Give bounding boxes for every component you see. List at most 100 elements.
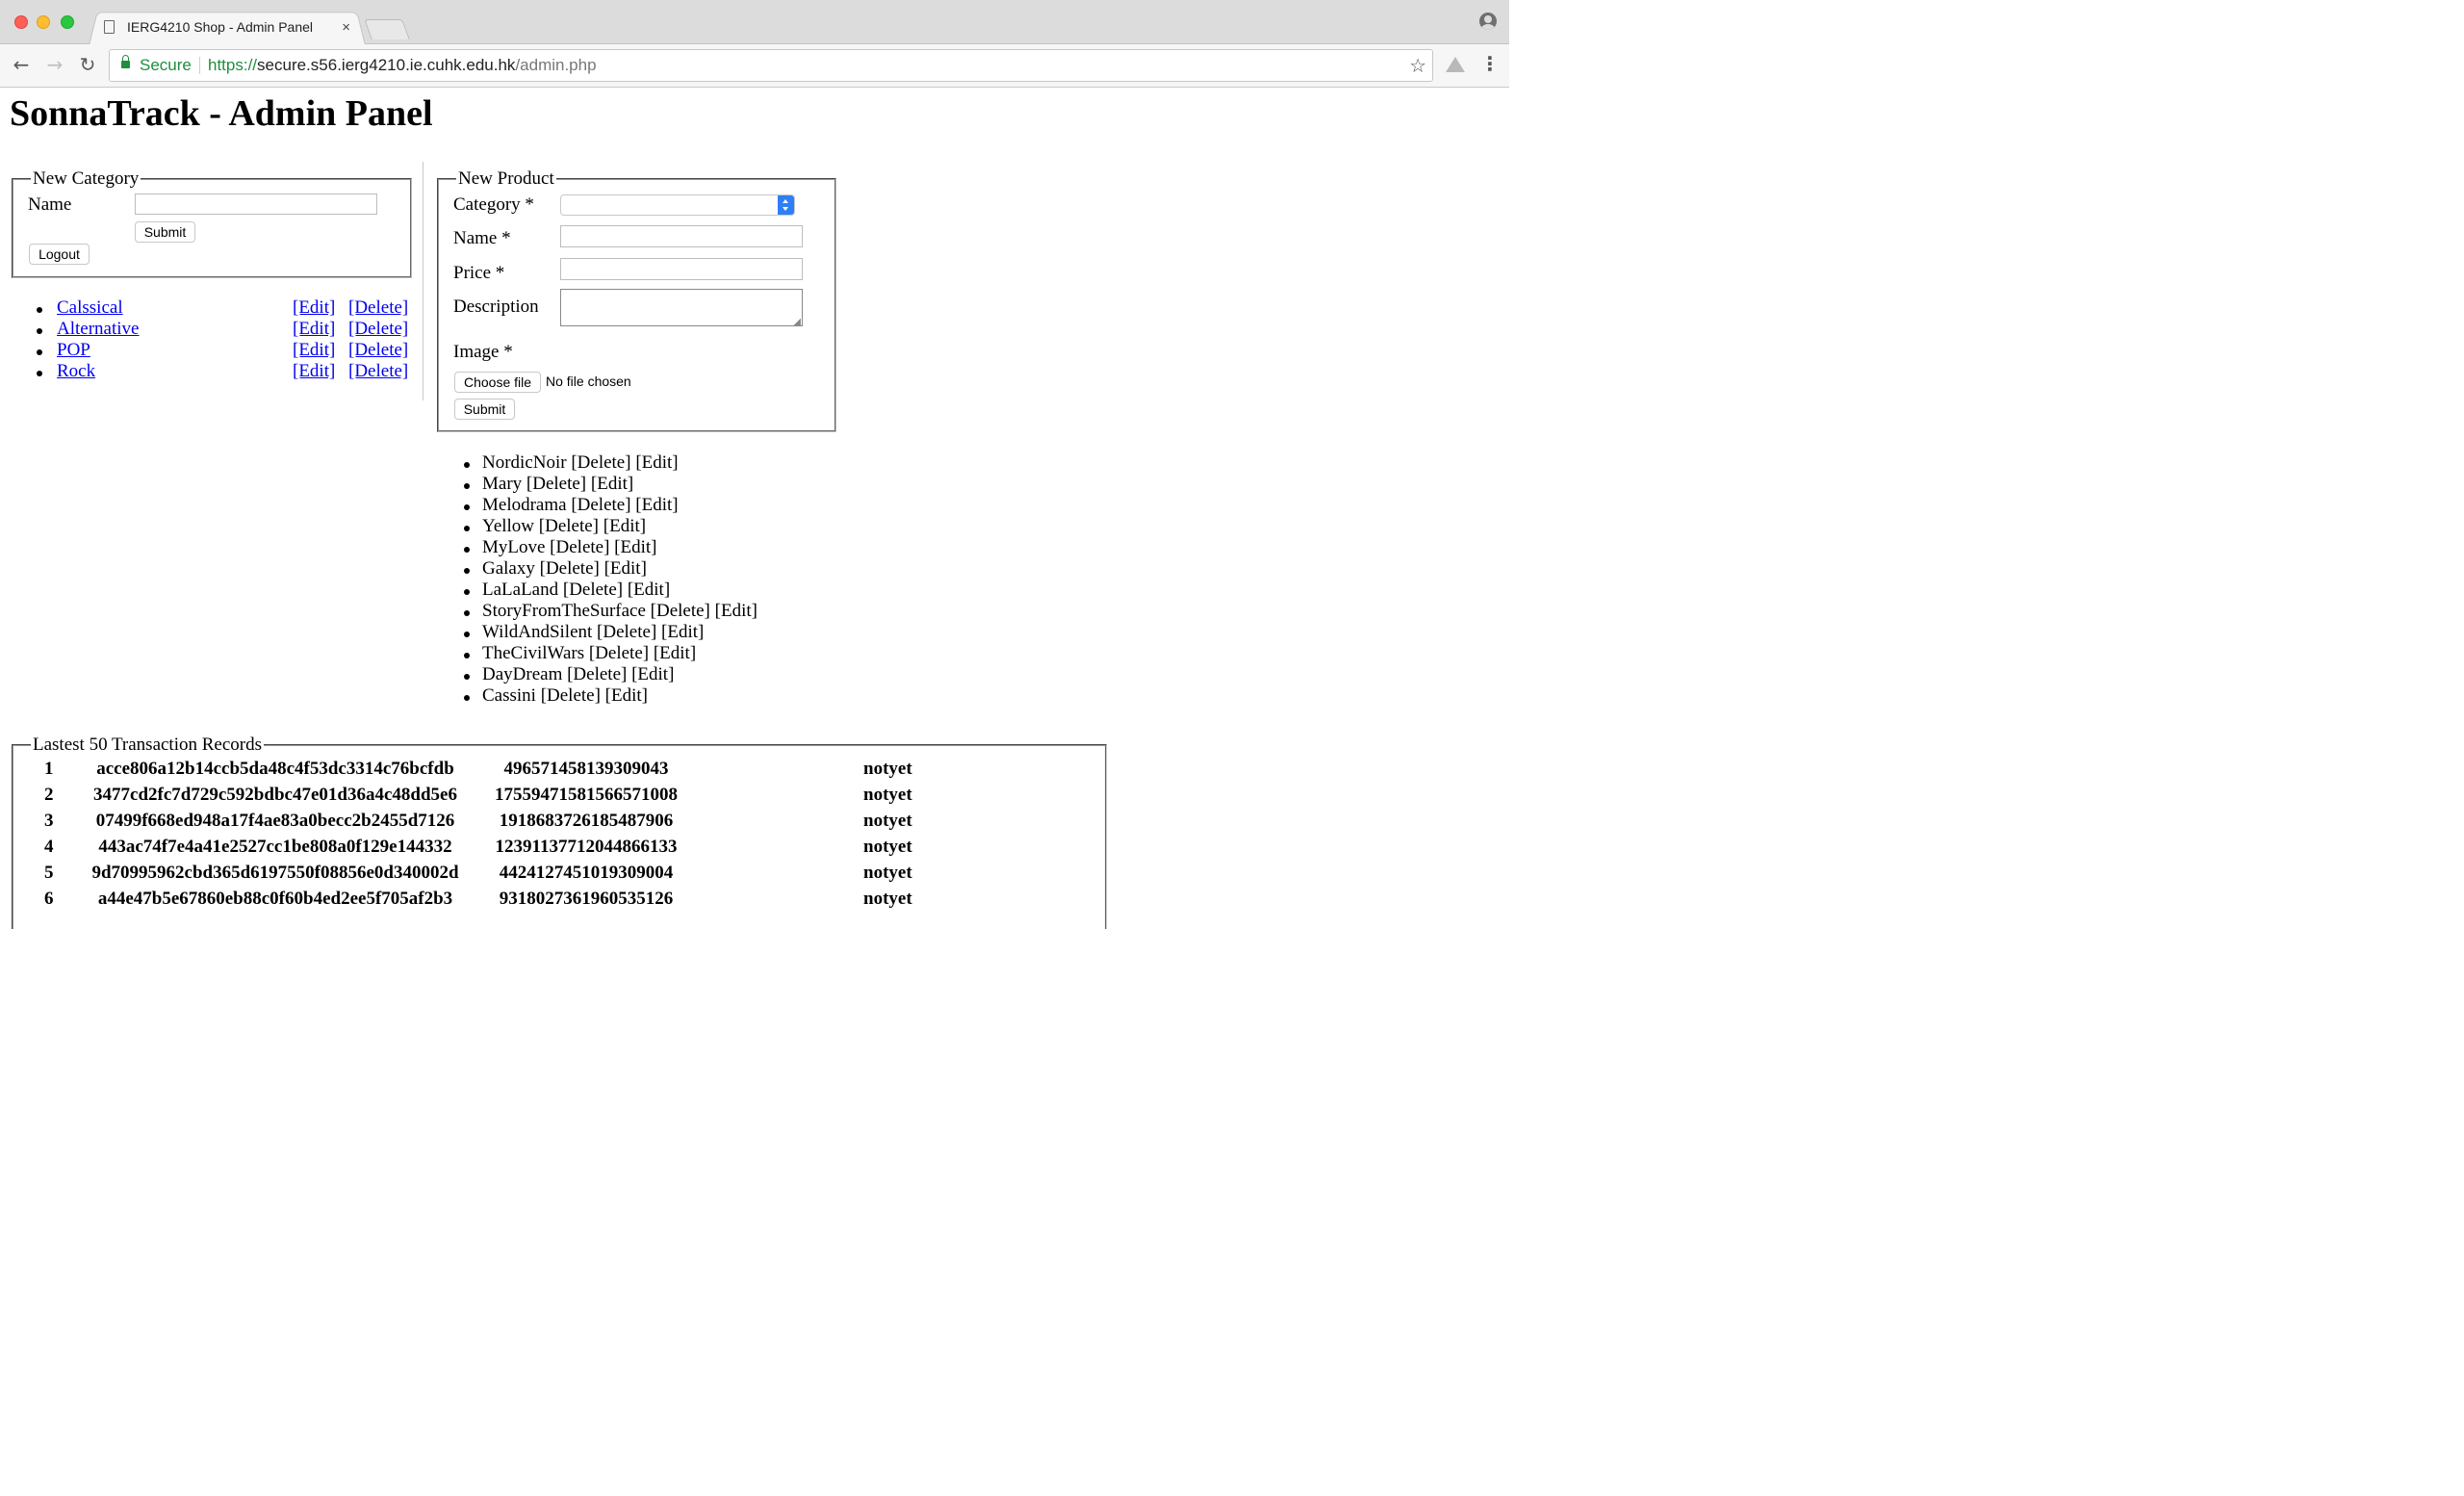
category-list-item: Calssical [Edit] [Delete]	[0, 297, 414, 319]
resize-grip-icon[interactable]: ◢	[793, 317, 801, 327]
new-product-legend: New Product	[458, 168, 554, 189]
back-arrow-icon[interactable]: ←	[9, 52, 34, 77]
category-delete-link[interactable]: [Delete]	[348, 297, 408, 319]
tab-strip: IERG4210 Shop - Admin Panel ×	[0, 0, 1509, 46]
product-category-select[interactable]	[560, 194, 795, 216]
category-link[interactable]: Calssical	[57, 297, 123, 319]
choose-file-button[interactable]: Choose file	[454, 372, 541, 393]
transaction-number: 12391137712044866133	[495, 837, 678, 857]
transaction-number: 9318027361960535126	[499, 889, 674, 909]
bullet-icon	[464, 653, 470, 658]
product-list-item: WildAndSilent [Delete] [Edit]	[0, 622, 770, 643]
bullet-icon	[37, 328, 42, 334]
close-tab-icon[interactable]: ×	[342, 19, 350, 36]
reload-icon[interactable]: ↻	[75, 52, 100, 77]
bullet-icon	[464, 462, 470, 468]
product-list-item: NordicNoir [Delete] [Edit]	[0, 452, 770, 474]
category-link[interactable]: Rock	[57, 361, 95, 382]
logout-button[interactable]: Logout	[29, 244, 90, 265]
close-window-button[interactable]	[14, 15, 28, 29]
profile-icon[interactable]	[1479, 13, 1497, 30]
transaction-number: 17559471581566571008	[495, 785, 678, 805]
product-item-text[interactable]: Melodrama [Delete] [Edit]	[482, 495, 679, 516]
transaction-hash: acce806a12b14ccb5da48c4f53dc3314c76bcfdb	[96, 759, 454, 779]
transaction-id: 2	[44, 785, 54, 805]
product-item-text[interactable]: DayDream [Delete] [Edit]	[482, 664, 674, 685]
drive-extension-icon[interactable]	[1446, 57, 1465, 72]
category-list-item: POP [Edit] [Delete]	[0, 340, 414, 361]
transaction-status: notyet	[863, 785, 912, 805]
category-name-label: Name	[28, 194, 72, 215]
transaction-status: notyet	[863, 889, 912, 909]
product-item-text[interactable]: NordicNoir [Delete] [Edit]	[482, 452, 679, 474]
product-item-text[interactable]: StoryFromTheSurface [Delete] [Edit]	[482, 601, 757, 622]
transaction-status: notyet	[863, 759, 912, 779]
forward-arrow-icon[interactable]: →	[42, 52, 67, 77]
transaction-number: 4424127451019309004	[499, 863, 674, 883]
category-link[interactable]: Alternative	[57, 319, 139, 340]
product-item-text[interactable]: Yellow [Delete] [Edit]	[482, 516, 646, 537]
category-delete-link[interactable]: [Delete]	[348, 340, 408, 361]
product-item-text[interactable]: MyLove [Delete] [Edit]	[482, 537, 656, 558]
no-file-chosen-text: No file chosen	[546, 374, 631, 389]
transaction-id: 1	[44, 759, 54, 779]
transaction-hash: 9d70995962cbd365d6197550f08856e0d340002d	[91, 863, 459, 883]
bullet-icon	[37, 371, 42, 376]
product-item-text[interactable]: LaLaLand [Delete] [Edit]	[482, 580, 670, 601]
product-item-text[interactable]: Galaxy [Delete] [Edit]	[482, 558, 647, 580]
product-list-item: MyLove [Delete] [Edit]	[0, 537, 770, 558]
bullet-icon	[464, 589, 470, 595]
category-edit-link[interactable]: [Edit]	[293, 361, 335, 382]
url-path: /admin.php	[515, 56, 597, 74]
bullet-icon	[464, 483, 470, 489]
maximize-window-button[interactable]	[61, 15, 74, 29]
bullet-icon	[464, 632, 470, 637]
bookmark-star-icon[interactable]: ☆	[1409, 50, 1426, 81]
product-item-text[interactable]: Mary [Delete] [Edit]	[482, 474, 633, 495]
product-item-text[interactable]: WildAndSilent [Delete] [Edit]	[482, 622, 704, 643]
category-submit-button[interactable]: Submit	[135, 221, 195, 243]
url-host: secure.s56.ierg4210.ie.cuhk.edu.hk	[257, 56, 516, 74]
new-tab-button[interactable]	[364, 19, 410, 39]
address-bar[interactable]: Secure https://secure.s56.ierg4210.ie.cu…	[109, 49, 1433, 82]
product-item-text[interactable]: TheCivilWars [Delete] [Edit]	[482, 643, 696, 664]
product-list-item: Cassini [Delete] [Edit]	[0, 685, 770, 707]
url-scheme: https://	[208, 56, 258, 74]
transaction-hash: 07499f668ed948a17f4ae83a0becc2b2455d7126	[95, 811, 455, 831]
category-list-item: Alternative [Edit] [Delete]	[0, 319, 414, 340]
transaction-id: 5	[44, 863, 54, 883]
transaction-row: 5 9d70995962cbd365d6197550f08856e0d340002…	[0, 863, 1097, 889]
category-edit-link[interactable]: [Edit]	[293, 297, 335, 319]
bullet-icon	[464, 674, 470, 680]
category-edit-link[interactable]: [Edit]	[293, 319, 335, 340]
category-delete-link[interactable]: [Delete]	[348, 319, 408, 340]
category-delete-link[interactable]: [Delete]	[348, 361, 408, 382]
category-list-item: Rock [Edit] [Delete]	[0, 361, 414, 382]
bullet-icon	[37, 349, 42, 355]
transaction-number: 496571458139309043	[503, 759, 669, 779]
transaction-id: 4	[44, 837, 54, 857]
product-price-label: Price *	[453, 263, 505, 283]
transaction-row: 2 3477cd2fc7d729c592bdbc47e01d36a4c48dd5e…	[0, 785, 1097, 811]
product-description-textarea[interactable]: ◢	[560, 289, 803, 327]
category-name-input[interactable]	[135, 193, 377, 215]
product-list-item: DayDream [Delete] [Edit]	[0, 664, 770, 685]
category-link[interactable]: POP	[57, 340, 90, 361]
product-image-label: Image *	[453, 342, 513, 362]
minimize-window-button[interactable]	[37, 15, 50, 29]
product-submit-button[interactable]: Submit	[454, 399, 515, 420]
product-item-text[interactable]: Cassini [Delete] [Edit]	[482, 685, 648, 707]
product-list-item: Galaxy [Delete] [Edit]	[0, 558, 770, 580]
browser-menu-icon[interactable]: ⋮	[1480, 54, 1500, 77]
transaction-status: notyet	[863, 863, 912, 883]
product-name-input[interactable]	[560, 225, 803, 247]
transaction-row: 6 a44e47b5e67860eb88c0f60b4ed2ee5f705af2b…	[0, 889, 1097, 915]
product-price-input[interactable]	[560, 258, 803, 280]
product-list-item: Mary [Delete] [Edit]	[0, 474, 770, 495]
select-arrows-icon	[778, 195, 794, 215]
column-divider	[423, 162, 424, 400]
category-edit-link[interactable]: [Edit]	[293, 340, 335, 361]
bullet-icon	[464, 610, 470, 616]
product-list-item: Melodrama [Delete] [Edit]	[0, 495, 770, 516]
active-tab-content[interactable]: IERG4210 Shop - Admin Panel ×	[104, 12, 356, 42]
